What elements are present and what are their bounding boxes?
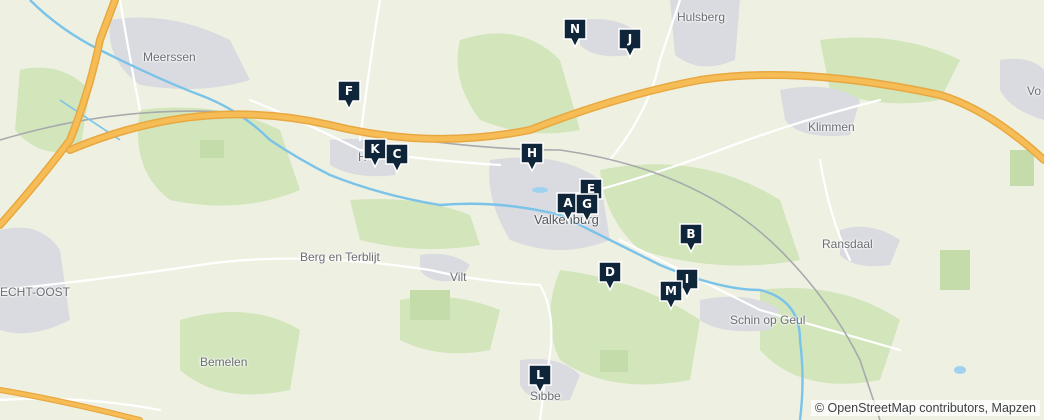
marker-label: L xyxy=(536,368,544,382)
map-marker-c[interactable]: C xyxy=(384,142,410,174)
map-marker-h[interactable]: H xyxy=(519,141,545,173)
place-label-vilt: Vilt xyxy=(450,270,467,284)
place-label-schin-op-geul: Schin op Geul xyxy=(730,313,806,327)
marker-label: B xyxy=(686,227,696,241)
map-marker-j[interactable]: J xyxy=(617,27,643,59)
map-marker-g[interactable]: G xyxy=(574,192,600,224)
place-label-hulsberg: Hulsberg xyxy=(677,10,726,24)
marker-label: G xyxy=(582,197,592,211)
place-label-bemelen: Bemelen xyxy=(200,355,248,369)
marker-label: D xyxy=(605,265,615,279)
marker-label: M xyxy=(665,284,677,298)
map-marker-n[interactable]: N xyxy=(562,17,588,49)
marker-label: H xyxy=(526,146,538,160)
marker-label: C xyxy=(392,147,402,161)
map-marker-m[interactable]: M xyxy=(658,279,684,311)
place-label-ransdaal: Ransdaal xyxy=(822,237,873,251)
map-marker-d[interactable]: D xyxy=(597,260,623,292)
map-marker-b[interactable]: B xyxy=(678,222,704,254)
map-attribution[interactable]: © OpenStreetMap contributors, Mapzen xyxy=(810,400,1040,416)
marker-label: F xyxy=(344,84,354,98)
place-label-klimmen: Klimmen xyxy=(808,120,855,134)
map-marker-f[interactable]: F xyxy=(336,79,362,111)
place-label-vo: Vo xyxy=(1027,84,1042,98)
place-label-maastricht-oost: ECHT-OOST xyxy=(0,285,71,299)
place-label-meerssen: Meerssen xyxy=(143,50,196,64)
place-label-berg-en-terblijt: Berg en Terblijt xyxy=(300,250,380,264)
marker-label: J xyxy=(627,32,633,46)
marker-label: N xyxy=(569,22,581,36)
map-canvas[interactable]: Meerssen Hulsberg Klimmen Ransdaal Valke… xyxy=(0,0,1044,420)
map-marker-l[interactable]: L xyxy=(527,363,553,395)
